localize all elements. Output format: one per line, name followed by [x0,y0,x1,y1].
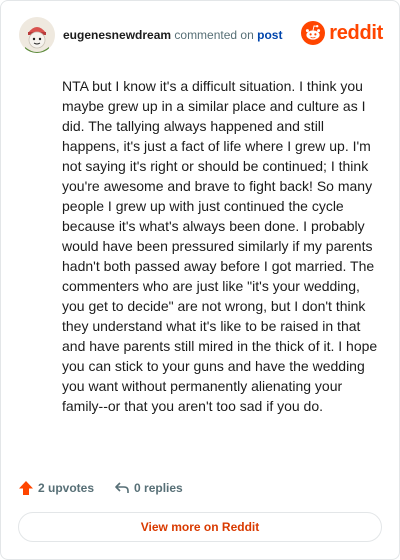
replies-button[interactable]: 0 replies [114,480,183,496]
comment-actions: 2 upvotes 0 replies [18,478,183,498]
post-link[interactable]: post [257,28,282,42]
reply-count: 0 replies [134,481,183,495]
reply-arrow-icon [115,482,129,493]
comment-body: NTA but I know it's a difficult situatio… [62,78,378,414]
user-avatar[interactable] [19,17,55,53]
upvote-button[interactable]: 2 upvotes [18,480,94,496]
comment-header: eugenesnewdream commented on post reddit [19,17,383,53]
avatar-icon [19,17,55,53]
reddit-logo[interactable]: reddit [301,19,383,47]
action-text: commented on [174,28,254,42]
username[interactable]: eugenesnewdream [63,28,171,42]
upvote-count: 2 upvotes [38,481,95,495]
reddit-wordmark: reddit [329,21,383,44]
view-more-button[interactable]: View more on Reddit [18,512,382,542]
upvote-arrow-icon [19,481,33,495]
comment-meta: eugenesnewdream commented on post [63,28,282,42]
reddit-snoo-icon [301,21,326,45]
reddit-embed-card: eugenesnewdream commented on post reddit… [0,0,400,560]
